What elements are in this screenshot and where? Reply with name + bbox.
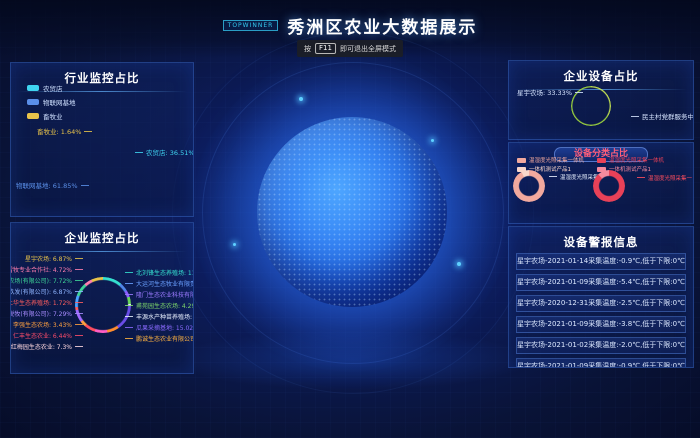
donut-chart-device-class-left[interactable]: [513, 170, 545, 202]
chart-label: 和超雪牧专业合作社: 4.72%: [10, 265, 83, 274]
legend-label: 农贸店: [43, 83, 63, 93]
panel-corner: [186, 209, 194, 217]
legend-swatch: [27, 85, 39, 91]
chart-label: 李强生态农场: 3.43%: [13, 320, 83, 329]
panel-corner: [686, 226, 694, 234]
alert-row: 星宇农场-2021-01-14采集温度:-0.9℃,低于下限:0℃: [516, 253, 686, 270]
alert-row: 星宇农场-2021-01-09采集温度:-3.8℃,低于下限:0℃: [516, 316, 686, 333]
glow-dot: [233, 243, 236, 246]
f11-keycap: F11: [315, 43, 336, 54]
globe-dot-map: [257, 117, 447, 307]
brand-logo: TOPWINNER: [223, 20, 279, 31]
panel-device-alerts: 设备警报信息 星宇农场-2021-01-14采集温度:-0.9℃,低于下限:0℃…: [508, 226, 694, 368]
chart-label: 红梅园生态农业: 7.3%: [11, 342, 83, 351]
legend-item[interactable]: 温湿度光照采集一体机: [517, 156, 584, 164]
page-title: 秀洲区农业大数据展示: [287, 13, 477, 38]
chart-label: 民主村党群服务中心:: [631, 111, 694, 121]
chart-label: 物联网基地: 61.85%: [16, 180, 89, 190]
chart-label: 星宇农场: 6.87%: [25, 254, 83, 263]
donut-chart-device-class-right[interactable]: [593, 170, 625, 202]
chart-label: 隆门生态农业科技有限公: [125, 290, 194, 299]
glow-dot: [457, 262, 461, 266]
panel-enterprise-device: 企业设备占比 星宇农场: 33.33% 民主村党群服务中心:: [508, 60, 694, 140]
panel-title: 企业设备占比: [509, 68, 693, 84]
industry-legend: 农贸店 物联网基地 畜牧业: [27, 83, 76, 125]
panel-corner: [686, 360, 694, 368]
panel-corner: [186, 62, 194, 70]
panel-corner: [686, 216, 694, 224]
alert-row: 星宇农场-2021-01-02采集温度:-2.0℃,低于下限:0℃: [516, 337, 686, 354]
header: TOPWINNER 秀洲区农业大数据展示: [0, 13, 700, 38]
alert-row: 星宇农场-2021-01-09采集温度:-5.4℃,低于下限:0℃: [516, 274, 686, 291]
legend-label: 畜牧业: [43, 111, 63, 121]
legend-item[interactable]: 农贸店: [27, 83, 76, 93]
chart-label: 星宇农场: 33.33%: [517, 87, 583, 97]
chart-label: 北刘锋生态养殖场: 11.16%: [125, 268, 194, 277]
legend-label: 温湿度光照采集一体机: [529, 156, 584, 164]
panel-corner: [10, 366, 18, 374]
alert-row: 星宇农场-2021-01-09采集温度:-0.9℃,低于下限:0℃: [516, 358, 686, 368]
chart-label: 甫苑园生态农场: 4.29: [125, 301, 194, 310]
panel-industry-monitor: 行业监控占比 农贸店 物联网基地 畜牧业 畜牧业: 1.64% 农贸店: 36.…: [10, 62, 194, 217]
chart-label: 温湿度光照采集一: [637, 174, 692, 182]
legend-swatch: [597, 158, 606, 163]
panel-device-classification: 设备分类占比 温湿度光照采集一体机 一体机测试产品1 温湿度光照采集一 温湿度光…: [508, 142, 694, 224]
chart-label: 农贸店: 36.51%: [135, 147, 194, 157]
chart-label: 仁丰生态农业: 6.44%: [13, 331, 83, 340]
chart-label: 上华生态养殖场: 1.72%: [10, 298, 83, 307]
panel-corner: [686, 142, 694, 150]
alert-row: 星宇农场-2020-12-31采集温度:-2.5℃,低于下限:0℃: [516, 295, 686, 312]
panel-corner: [186, 222, 194, 230]
panel-corner: [508, 226, 516, 234]
legend-label: 温湿度光照采集一体机: [609, 156, 664, 164]
glow-dot: [299, 97, 303, 101]
donut-chart-enterprise-monitor[interactable]: [75, 277, 131, 333]
panel-corner: [508, 60, 516, 68]
panel-title: 设备警报信息: [509, 234, 693, 250]
chart-label: 畜牧业: 1.64%: [37, 126, 92, 136]
dashboard: TOPWINNER 秀洲区农业大数据展示 按 F11 即可退出全屏模式 行业监控…: [0, 0, 700, 438]
panel-corner: [508, 132, 516, 140]
chart-label: 鹏诚生态农业有限公司: 6.87%: [125, 334, 194, 343]
chart-label: 家福农场(有限公司): 7.72%: [10, 276, 83, 285]
alert-list: 星宇农场-2021-01-14采集温度:-0.9℃,低于下限:0℃ 星宇农场-2…: [516, 253, 686, 368]
hint-prefix: 按: [304, 44, 311, 54]
chart-label: 大运河生态牧业有限责任公: [125, 279, 194, 288]
legend-swatch: [27, 99, 39, 105]
title-divider: [17, 251, 187, 252]
panel-corner: [686, 132, 694, 140]
fullscreen-hint-toast: 按 F11 即可退出全屏模式: [297, 40, 403, 57]
chart-label: 中悦牧(有限公司): 7.29%: [10, 309, 83, 318]
legend-item[interactable]: 畜牧业: [27, 111, 76, 121]
chart-label: 瓜果采摘基地: 15.02%: [125, 323, 194, 332]
legend-item[interactable]: 温湿度光照采集一体机: [597, 156, 664, 164]
panel-corner: [508, 216, 516, 224]
panel-corner: [186, 366, 194, 374]
panel-corner: [10, 62, 18, 70]
globe-sphere: [257, 117, 447, 307]
panel-enterprise-monitor: 企业监控占比 星宇农场: 6.87% 和超雪牧专业合作社: 4.72% 家福农场…: [10, 222, 194, 374]
panel-corner: [508, 142, 516, 150]
hint-suffix: 即可退出全屏模式: [340, 44, 396, 54]
chart-label: 丰源水产种苗养殖场: 1.: [125, 312, 194, 321]
legend-swatch: [517, 158, 526, 163]
glow-dot: [431, 139, 434, 142]
globe-floor-glow: [170, 330, 534, 390]
legend-item[interactable]: 物联网基地: [27, 97, 76, 107]
chart-label: 润玖发(有限公司): 6.87%: [10, 287, 83, 296]
panel-corner: [10, 222, 18, 230]
panel-corner: [686, 60, 694, 68]
legend-label: 物联网基地: [43, 97, 76, 107]
panel-corner: [10, 209, 18, 217]
legend-swatch: [27, 113, 39, 119]
panel-title: 企业监控占比: [11, 230, 193, 246]
panel-corner: [508, 360, 516, 368]
